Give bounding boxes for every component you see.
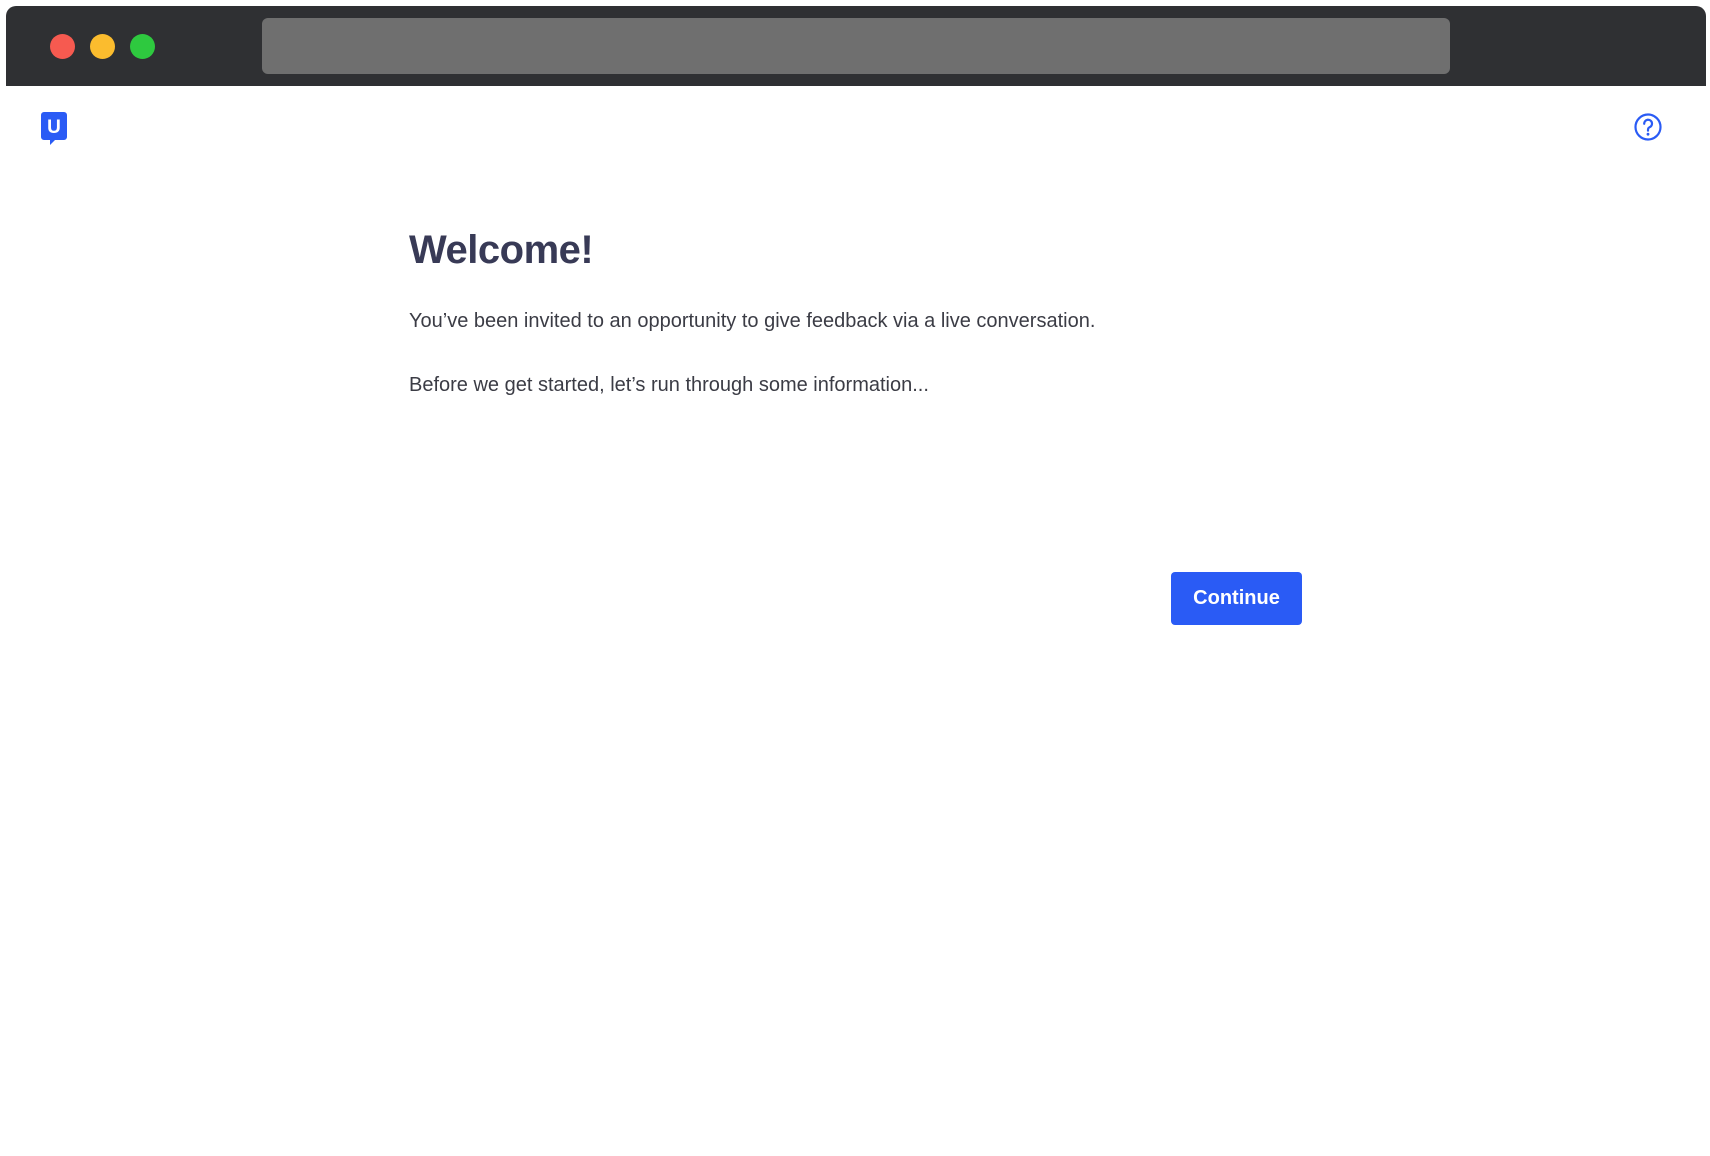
invitation-text: You’ve been invited to an opportunity to… <box>409 310 1096 332</box>
browser-titlebar <box>6 6 1706 86</box>
logo-letter: U <box>47 117 61 138</box>
browser-window: U Welcome! You’ve been invited to an opp… <box>6 6 1706 1156</box>
window-close-button[interactable] <box>50 34 75 59</box>
window-minimize-button[interactable] <box>90 34 115 59</box>
page-title: Welcome! <box>409 228 594 272</box>
usertesting-logo-icon[interactable]: U <box>41 112 67 146</box>
welcome-panel: Welcome! You’ve been invited to an oppor… <box>409 226 1304 625</box>
address-bar[interactable] <box>262 18 1450 74</box>
continue-button[interactable]: Continue <box>1171 572 1302 625</box>
help-circle-icon[interactable] <box>1633 112 1663 142</box>
intro-text: Before we get started, let’s run through… <box>409 374 929 396</box>
page-content: U Welcome! You’ve been invited to an opp… <box>6 86 1706 1156</box>
window-maximize-button[interactable] <box>130 34 155 59</box>
